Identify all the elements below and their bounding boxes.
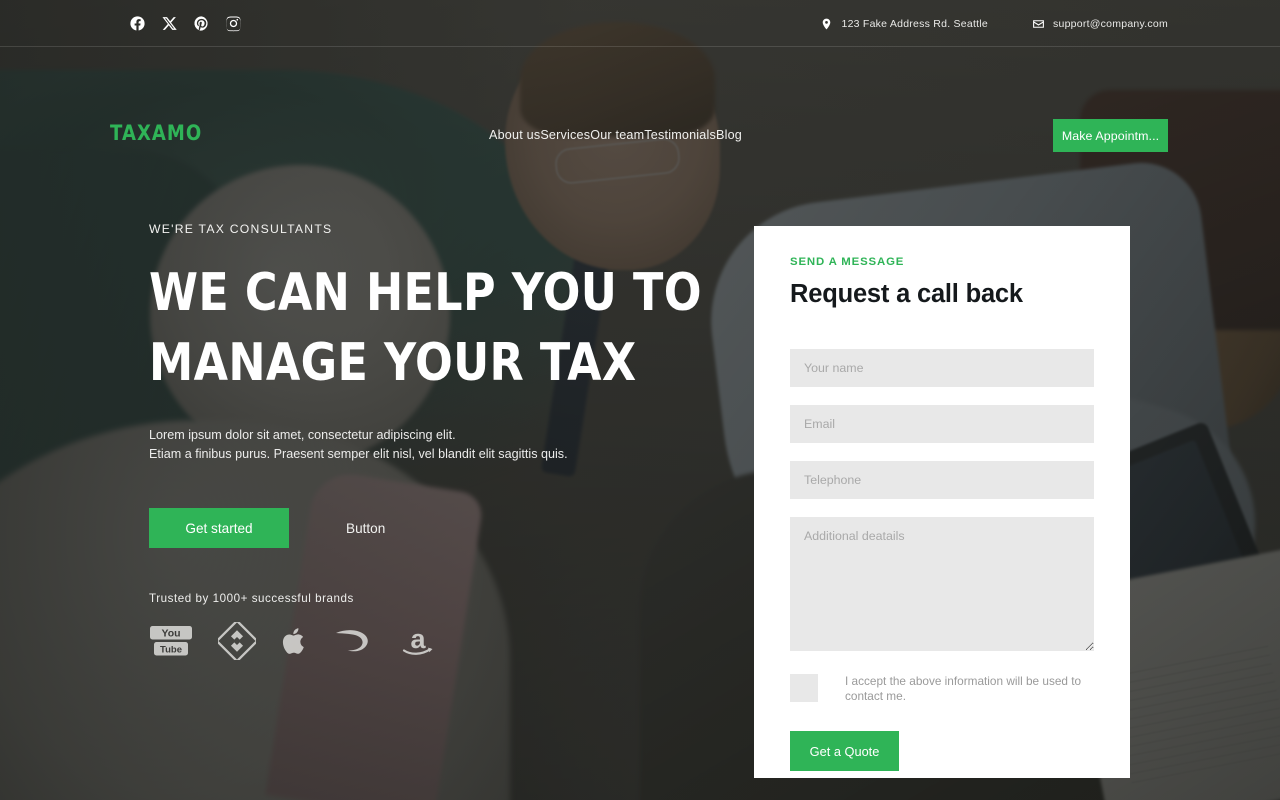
hero-lead-text: Lorem ipsum dolor sit amet, consectetur …	[149, 428, 568, 461]
topbar: 123 Fake Address Rd. Seattle support@com…	[0, 0, 1280, 47]
topbar-address-text: 123 Fake Address Rd. Seattle	[841, 17, 988, 30]
nav-item-about-us[interactable]: About us	[489, 128, 540, 142]
svg-text:a: a	[410, 624, 426, 654]
svg-text:You: You	[161, 628, 180, 640]
name-input[interactable]	[790, 349, 1094, 387]
email-input[interactable]	[790, 405, 1094, 443]
facebook-icon[interactable]	[129, 15, 146, 32]
crescent-logo	[336, 630, 368, 652]
pinterest-icon[interactable]	[193, 15, 210, 32]
telephone-input[interactable]	[790, 461, 1094, 499]
form-eyebrow: SEND A MESSAGE	[790, 256, 905, 268]
location-pin-icon	[823, 18, 831, 29]
amazon-logo: a	[402, 624, 433, 655]
brand-logos: You Tube a	[149, 622, 749, 660]
consent-row: I accept the above information will be u…	[790, 674, 1094, 703]
make-appointment-button[interactable]: Make Appointm...	[1053, 119, 1168, 152]
social-links	[129, 15, 242, 32]
nav-links: About us Services Our team Testimonials …	[489, 128, 742, 142]
additional-details-textarea[interactable]	[790, 517, 1094, 651]
form-title: Request a call back	[790, 280, 1023, 308]
hero-eyebrow: WE'RE TAX CONSULTANTS	[149, 222, 333, 236]
hero-content: WE'RE TAX CONSULTANTS WE CAN HELP YOU TO…	[149, 222, 749, 660]
nav-item-our-team[interactable]: Our team	[590, 128, 644, 142]
get-a-quote-button[interactable]: Get a Quote	[790, 731, 899, 772]
youtube-logo: You Tube	[150, 626, 192, 656]
nav-item-testimonials[interactable]: Testimonials	[644, 128, 716, 142]
topbar-email-text: support@company.com	[1052, 17, 1168, 30]
consent-label: I accept the above information will be u…	[845, 674, 1082, 703]
hero-headline: WE CAN HELP YOU TO MANAGE YOUR TAX	[149, 263, 702, 393]
apple-logo	[282, 628, 304, 654]
hero-actions: Get started Button	[149, 508, 749, 548]
envelope-icon	[1033, 19, 1044, 28]
site-logo[interactable]: TAXAMO	[110, 123, 202, 144]
nav-item-services[interactable]: Services	[540, 128, 590, 142]
trusted-by-text: Trusted by 1000+ successful brands	[149, 592, 354, 605]
x-twitter-icon[interactable]	[161, 15, 178, 32]
topbar-email[interactable]: support@company.com	[1032, 17, 1168, 31]
svg-text:Tube: Tube	[160, 645, 182, 656]
consent-checkbox[interactable]	[790, 674, 818, 702]
instagram-icon[interactable]	[225, 15, 242, 32]
nav-item-blog[interactable]: Blog	[716, 128, 742, 142]
secondary-button[interactable]: Button	[346, 521, 385, 536]
get-started-button[interactable]: Get started	[149, 508, 289, 548]
diamond-logo	[218, 622, 256, 660]
hero-section: 123 Fake Address Rd. Seattle support@com…	[0, 0, 1280, 800]
main-navigation: TAXAMO About us Services Our team Testim…	[0, 47, 1280, 152]
request-callback-card: SEND A MESSAGE Request a call back I acc…	[754, 226, 1130, 778]
topbar-address[interactable]: 123 Fake Address Rd. Seattle	[820, 17, 988, 31]
topbar-contact: 123 Fake Address Rd. Seattle support@com…	[820, 0, 1280, 47]
